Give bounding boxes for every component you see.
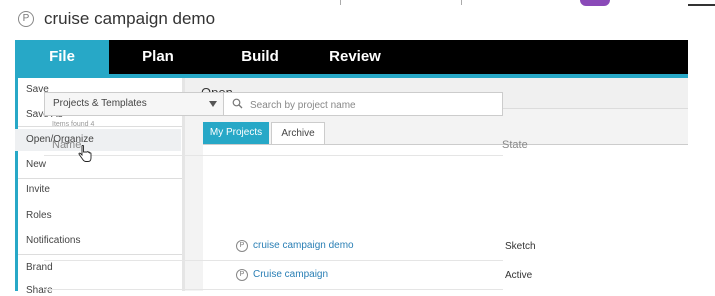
- sidebar-item-notifications[interactable]: Notifications: [26, 235, 80, 246]
- project-icon: P: [18, 11, 34, 27]
- background-decoration-purple: [580, 0, 610, 6]
- tab-plan[interactable]: Plan: [123, 40, 193, 74]
- divider: [18, 178, 182, 179]
- search-input[interactable]: [248, 96, 502, 114]
- project-name-link[interactable]: Cruise campaign: [253, 269, 328, 280]
- main-nav: File Plan Build Review: [15, 40, 688, 74]
- search-icon: [232, 98, 243, 109]
- sidebar-item-new[interactable]: New: [26, 159, 46, 170]
- divider: [44, 260, 503, 261]
- tab-build[interactable]: Build: [225, 40, 295, 74]
- sidebar-item-roles[interactable]: Roles: [26, 210, 52, 221]
- sidebar-item-invite[interactable]: Invite: [26, 184, 50, 195]
- divider: [44, 155, 503, 156]
- column-header-name[interactable]: Name: [52, 139, 81, 151]
- items-found-count: Items found 4: [52, 121, 95, 128]
- project-type-select[interactable]: Projects & Templates: [44, 92, 224, 116]
- sidebar-item-open-organize[interactable]: Open/Organize: [15, 129, 181, 151]
- tab-file[interactable]: File: [15, 40, 109, 74]
- project-type-select-value: Projects & Templates: [53, 98, 147, 109]
- tab-my-projects[interactable]: My Projects: [203, 122, 269, 144]
- column-header-state[interactable]: State: [502, 139, 528, 151]
- project-state: Active: [505, 270, 533, 281]
- project-state: Sketch: [505, 241, 536, 252]
- chevron-down-icon: [209, 101, 217, 107]
- divider: [18, 254, 182, 255]
- project-title: cruise campaign demo: [44, 9, 216, 28]
- project-icon: P: [236, 269, 248, 281]
- tab-archive[interactable]: Archive: [271, 122, 325, 144]
- search-box[interactable]: [224, 92, 503, 116]
- project-icon: P: [236, 240, 248, 252]
- title-bar: P cruise campaign demo: [0, 0, 715, 40]
- hand-cursor-icon: [78, 145, 92, 162]
- project-name-link[interactable]: cruise campaign demo: [253, 240, 354, 251]
- background-decoration: [340, 0, 462, 5]
- tab-review[interactable]: Review: [315, 40, 395, 74]
- divider: [44, 289, 503, 290]
- title-bar-line: [688, 4, 715, 6]
- divider: [18, 126, 182, 127]
- sidebar-item-brand[interactable]: Brand: [26, 262, 53, 273]
